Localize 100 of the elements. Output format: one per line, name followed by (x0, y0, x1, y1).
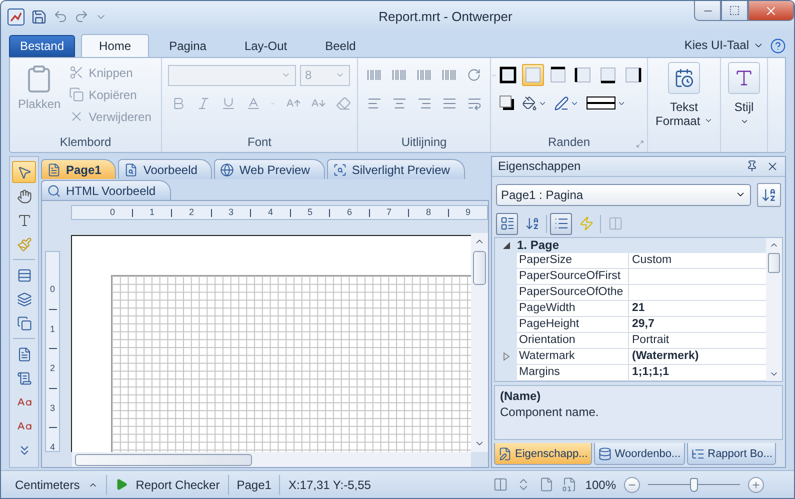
tree-icon (690, 446, 705, 461)
align-left-icon (366, 96, 382, 110)
text-format-icon-button[interactable] (668, 62, 700, 94)
sort-az-icon (761, 186, 777, 203)
copy-icon (16, 316, 32, 330)
tool-button[interactable] (12, 161, 36, 183)
property-value[interactable]: Custom (629, 252, 766, 269)
style-icon (734, 68, 754, 88)
document-tab[interactable]: Voorbeeld (118, 159, 212, 179)
maximize-icon (729, 5, 740, 16)
zoom-slider[interactable] (648, 478, 740, 492)
property-value[interactable]: (Watermerk) (629, 348, 766, 365)
minimize-button[interactable] (694, 1, 721, 21)
categorized-icon (500, 216, 514, 232)
property-value[interactable]: 29,7 (629, 316, 766, 333)
ribbon-tab[interactable]: Beeld (307, 35, 374, 57)
border-icon (524, 66, 542, 84)
zoom-slider-thumb[interactable] (690, 478, 698, 492)
horizontal-scrollbar[interactable] (72, 452, 471, 467)
property-tool-button[interactable] (550, 212, 572, 235)
globe-icon (220, 162, 234, 176)
border-icon (624, 66, 642, 84)
pin-icon[interactable] (746, 160, 758, 172)
sort-button[interactable] (757, 182, 781, 207)
object-selector[interactable]: Page1 : Pagina (496, 184, 751, 206)
document-tab[interactable]: Silverlight Preview (326, 159, 465, 179)
maximize-button[interactable] (721, 1, 748, 21)
style-icon-button[interactable] (728, 62, 760, 94)
page-icon[interactable] (539, 477, 554, 492)
database-icon (598, 446, 612, 461)
page-icon (47, 162, 61, 176)
panel-tab[interactable]: Eigenschapp... (494, 443, 592, 466)
border-button[interactable] (497, 64, 519, 86)
shadow-button[interactable] (497, 93, 517, 113)
panel-tab[interactable]: Woordenbo... (594, 443, 685, 466)
undo-icon[interactable] (53, 9, 68, 24)
property-value[interactable]: 21 (629, 300, 766, 317)
category-row[interactable]: 1. Page (495, 238, 766, 253)
page-icon (16, 346, 32, 362)
scrollbar-thumb[interactable] (768, 252, 780, 273)
paint-bucket-icon (522, 96, 537, 110)
property-name: Watermark (517, 348, 629, 365)
language-menu[interactable]: Kies UI-Taal (680, 35, 768, 55)
panel-tab[interactable]: Rapport Bo... (686, 443, 776, 466)
zoom-out-button[interactable] (624, 476, 640, 492)
property-value[interactable]: Portrait (629, 332, 766, 349)
plus-icon (751, 480, 761, 490)
property-name: PaperSize (517, 252, 629, 269)
play-icon (114, 478, 128, 491)
property-tool-button[interactable] (496, 212, 518, 235)
sort-az-icon (524, 216, 540, 232)
app-logo-icon (7, 8, 25, 26)
border-icon (599, 66, 617, 84)
launcher-icon[interactable] (636, 140, 644, 148)
ruler-number: 9 (466, 206, 471, 219)
scrollbar-thumb[interactable] (473, 251, 486, 285)
category-label: 1. Page (517, 238, 560, 252)
hand-icon (16, 188, 32, 204)
document-tab[interactable]: HTML Voorbeeld (41, 180, 171, 200)
ruler-number: 7 (386, 206, 392, 219)
barcode-icon (441, 67, 457, 83)
document-tab[interactable]: Page1 (41, 159, 116, 179)
cursor-position: X:17,31 Y:-5,55 (288, 478, 371, 492)
barcode-icon (366, 67, 382, 83)
panel-title: Eigenschappen (498, 159, 582, 174)
fit-width-icon[interactable] (493, 477, 508, 492)
underline-icon (220, 96, 236, 110)
report-checker-button[interactable]: Report Checker (114, 478, 220, 492)
close-button[interactable] (748, 1, 794, 21)
ribbon-tab[interactable]: Pagina (151, 35, 224, 57)
lightning-icon (578, 216, 594, 232)
caret-icon (740, 117, 748, 126)
rotate-icon (467, 68, 481, 82)
shadow-icon (499, 95, 515, 111)
help-icon[interactable] (770, 38, 786, 54)
vertical-scrollbar[interactable] (471, 233, 488, 452)
ribbon-tab[interactable]: Bestand (9, 35, 76, 57)
units-menu[interactable]: Centimeters (15, 478, 98, 492)
expand-icon[interactable] (502, 352, 510, 362)
pointer-icon (16, 164, 32, 180)
ribbon-tab[interactable]: Lay-Out (226, 35, 306, 57)
scissors-icon (68, 65, 84, 80)
property-name: Margins (517, 364, 629, 381)
ruler-number: 2 (189, 206, 194, 219)
ruler-number: 8 (426, 206, 432, 219)
ruler-number: 3 (48, 402, 56, 414)
document-tab[interactable]: Web Preview (214, 159, 325, 179)
ribbon-tab[interactable]: Home (81, 34, 150, 57)
zoom-page-icon[interactable] (562, 477, 578, 492)
save-icon[interactable] (31, 8, 47, 24)
property-value[interactable]: 1;1;1;1 (629, 364, 766, 381)
redo-icon[interactable] (74, 9, 89, 24)
group-label: Uitlijning (401, 135, 447, 149)
scrollbar-thumb[interactable] (75, 454, 252, 466)
text-format-button[interactable]: Tekst Formaat (652, 98, 716, 130)
style-button[interactable]: Stijl (732, 98, 756, 128)
zoom-in-button[interactable] (748, 476, 764, 492)
panel-icon (608, 216, 622, 232)
group-label: Randen (548, 135, 590, 149)
property-scrollbar[interactable] (766, 238, 782, 381)
